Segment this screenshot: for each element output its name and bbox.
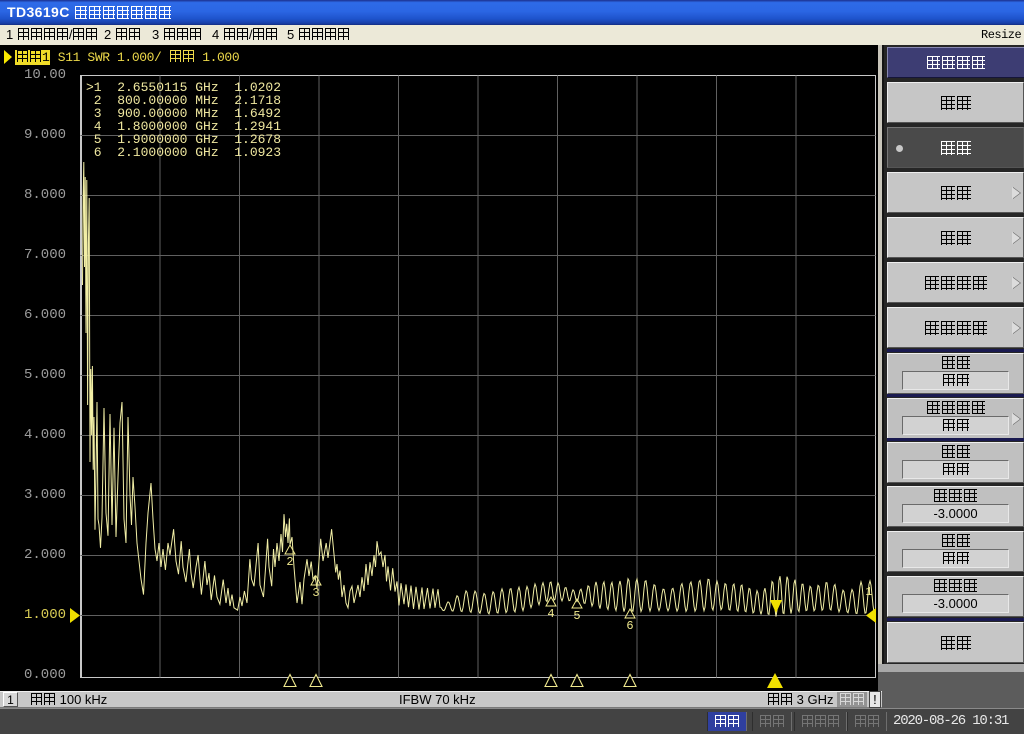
- svg-text:5: 5: [573, 609, 580, 623]
- svg-text:6: 6: [626, 619, 633, 633]
- svg-text:2: 2: [286, 555, 293, 569]
- svg-text:1: 1: [865, 585, 872, 599]
- svg-text:3: 3: [312, 586, 319, 600]
- svg-text:4: 4: [547, 607, 554, 621]
